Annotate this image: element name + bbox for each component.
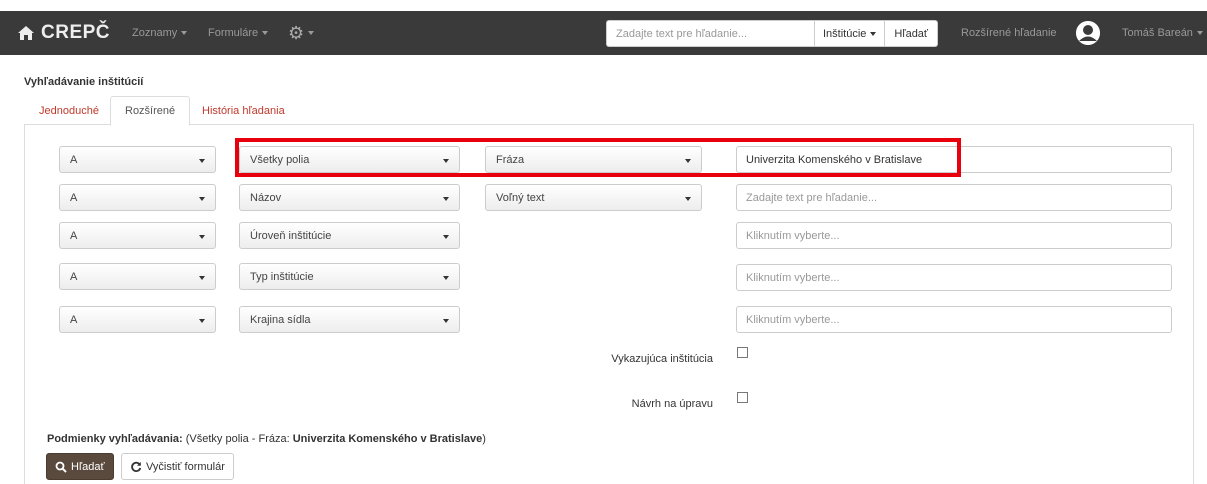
field-select[interactable]: Krajina sídla [239, 306, 460, 333]
search-term-input[interactable]: Univerzita Komenského v Bratislave [736, 146, 1172, 173]
field-select[interactable]: Typ inštitúcie [239, 263, 460, 290]
search-icon [55, 461, 67, 473]
field-select[interactable]: Všetky polia [239, 146, 460, 173]
avatar[interactable] [1076, 21, 1100, 45]
advanced-search-panel [24, 125, 1194, 484]
chevron-down-icon [443, 159, 449, 163]
search-scope-dropdown[interactable]: Inštitúcie [814, 20, 886, 47]
field-select[interactable]: Názov [239, 184, 460, 211]
conditions-value: Univerzita Komenského v Bratislave [292, 433, 483, 445]
search-term-input[interactable]: Zadajte text pre hľadanie... [736, 184, 1172, 211]
settings-menu[interactable]: ⚙ [288, 11, 315, 55]
menu-formulare[interactable]: Formuláre [208, 11, 269, 55]
field-value: Všetky polia [250, 153, 310, 166]
global-search-button[interactable]: Hľadať [885, 20, 939, 47]
menu-formulare-label: Formuláre [208, 27, 259, 39]
chevron-down-icon [181, 31, 188, 35]
brand-link[interactable]: CREPČ [17, 11, 110, 55]
chevron-down-icon [870, 31, 877, 36]
conditions-label: Podmienky vyhľadávania: [47, 433, 183, 445]
chevron-down-icon [1196, 31, 1203, 35]
user-name: Tomáš Bareán [1122, 27, 1193, 39]
search-button[interactable]: Hľadať [46, 453, 114, 480]
edit-proposal-checkbox[interactable] [737, 392, 748, 403]
field-value: Typ inštitúcie [250, 270, 314, 283]
field-value: Úroveň inštitúcie [250, 229, 332, 242]
home-icon [18, 26, 34, 40]
menu-zoznamy-label: Zoznamy [132, 27, 178, 39]
institution-type-picker[interactable]: Kliknutím vyberte... [736, 264, 1172, 291]
match-mode-select[interactable]: Voľný text [485, 184, 702, 211]
clear-form-button[interactable]: Vyčistiť formulár [121, 453, 234, 480]
menu-zoznamy[interactable]: Zoznamy [132, 11, 188, 55]
chevron-down-icon [199, 319, 205, 323]
conditions-prefix: (Všetky polia - Fráza: [185, 433, 293, 445]
operator-value: A [70, 270, 78, 283]
chevron-down-icon [262, 31, 269, 35]
search-tabs: Jednoduché Rozšírené História hľadania [24, 96, 1194, 126]
tab-advanced[interactable]: Rozšírené [110, 96, 191, 126]
advanced-search-link[interactable]: Rozšírené hľadanie [961, 11, 1057, 55]
chevron-down-icon [199, 276, 205, 280]
country-picker[interactable]: Kliknutím vyberte... [736, 306, 1172, 333]
tab-history[interactable]: História hľadania [187, 96, 300, 125]
chevron-down-icon [443, 197, 449, 201]
operator-select[interactable]: A [59, 184, 216, 211]
refresh-icon [131, 461, 142, 472]
user-icon [1076, 21, 1100, 45]
search-scope-label: Inštitúcie [823, 27, 867, 40]
conditions-suffix: ) [482, 433, 486, 445]
global-search-input[interactable] [606, 20, 814, 47]
operator-select[interactable]: A [59, 222, 216, 249]
operator-value: A [70, 229, 78, 242]
tab-simple[interactable]: Jednoduché [24, 96, 114, 125]
operator-value: A [70, 153, 78, 166]
search-conditions: Podmienky vyhľadávania: (Všetky polia - … [47, 433, 486, 445]
operator-select[interactable]: A [59, 146, 216, 173]
field-value: Názov [250, 191, 282, 204]
chevron-down-icon [443, 319, 449, 323]
page-title: Vyhľadávanie inštitúcií [24, 76, 144, 88]
chevron-down-icon [685, 159, 691, 163]
global-search: Inštitúcie Hľadať [606, 20, 939, 47]
field-select[interactable]: Úroveň inštitúcie [239, 222, 460, 249]
chevron-down-icon [443, 235, 449, 239]
reporting-institution-checkbox[interactable] [737, 347, 748, 358]
match-mode-select[interactable]: Fráza [485, 146, 702, 173]
user-menu[interactable]: Tomáš Bareán [1122, 11, 1203, 55]
chevron-down-icon [199, 159, 205, 163]
chevron-down-icon [308, 31, 315, 35]
operator-select[interactable]: A [59, 263, 216, 290]
operator-value: A [70, 191, 78, 204]
reporting-institution-label: Vykazujúca inštitúcia [611, 353, 713, 365]
match-mode-value: Voľný text [496, 191, 545, 204]
top-navbar: CREPČ Zoznamy Formuláre ⚙ Inštitúcie Hľa… [0, 0, 1207, 67]
brand-name: CREPČ [41, 22, 111, 43]
edit-proposal-label: Návrh na úpravu [631, 398, 713, 410]
operator-value: A [70, 313, 78, 326]
match-mode-value: Fráza [496, 153, 525, 166]
gear-icon: ⚙ [288, 23, 305, 43]
chevron-down-icon [685, 197, 691, 201]
institution-level-picker[interactable]: Kliknutím vyberte... [736, 222, 1172, 249]
chevron-down-icon [199, 235, 205, 239]
clear-form-label: Vyčistiť formulár [146, 460, 225, 473]
search-button-label: Hľadať [71, 460, 105, 473]
operator-select[interactable]: A [59, 306, 216, 333]
field-value: Krajina sídla [250, 313, 311, 326]
chevron-down-icon [443, 276, 449, 280]
chevron-down-icon [199, 197, 205, 201]
navbar-bar: CREPČ Zoznamy Formuláre ⚙ Inštitúcie Hľa… [0, 11, 1207, 55]
